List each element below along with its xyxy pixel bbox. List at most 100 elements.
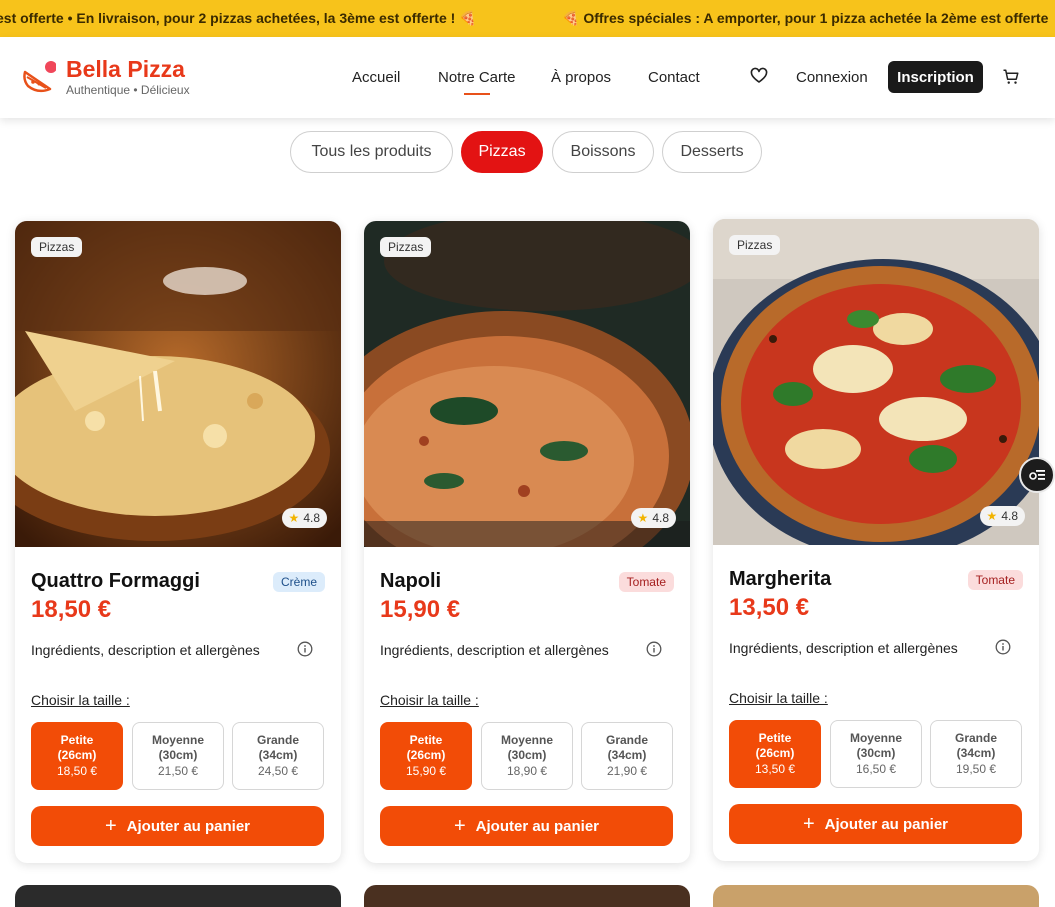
size-option-petite[interactable]: Petite (26cm) 13,50 €: [729, 720, 821, 788]
size-name: Grande: [605, 733, 648, 747]
info-icon[interactable]: [646, 641, 662, 657]
add-to-cart-label: Ajouter au panier: [824, 815, 949, 833]
product-card-peek[interactable]: [713, 885, 1039, 907]
size-price: 16,50 €: [855, 762, 897, 776]
size-price: 24,50 €: [257, 764, 299, 778]
product-card-peek[interactable]: [364, 885, 690, 907]
size-label: Choisir la taille :: [31, 692, 130, 708]
product-card-quattro-formaggi: Pizzas ★ 4.8 Quattro Formaggi Crème 18,5…: [15, 221, 341, 863]
brand-logo[interactable]: Bella Pizza Authentique • Délicieux: [22, 57, 190, 97]
size-name: Grande: [256, 733, 299, 747]
size-diameter: (30cm): [856, 746, 896, 760]
size-price: 18,90 €: [506, 764, 548, 778]
rating-badge: ★ 4.8: [281, 508, 327, 528]
rating-badge: ★ 4.8: [630, 508, 676, 528]
info-icon[interactable]: [995, 639, 1011, 655]
add-to-cart-button[interactable]: + Ajouter au panier: [380, 806, 673, 846]
star-icon: ★: [637, 511, 649, 525]
nav-accueil[interactable]: Accueil: [352, 69, 400, 86]
filter-tous-les-produits[interactable]: Tous les produits: [290, 131, 453, 173]
plus-icon: +: [104, 815, 117, 837]
size-option-petite[interactable]: Petite (26cm) 18,50 €: [31, 722, 123, 790]
size-diameter: (30cm): [507, 748, 547, 762]
size-name: Moyenne: [151, 733, 204, 747]
add-to-cart-button[interactable]: + Ajouter au panier: [31, 806, 324, 846]
promo-banner: est offerte • En livraison, pour 2 pizza…: [0, 0, 1055, 37]
product-card-peek[interactable]: [15, 885, 341, 907]
size-price: 21,50 €: [157, 764, 199, 778]
list-filter-icon: [1029, 470, 1045, 480]
size-label: Choisir la taille :: [380, 692, 479, 708]
product-image[interactable]: Pizzas ★ 4.8: [713, 219, 1039, 545]
star-icon: ★: [986, 509, 998, 523]
product-image[interactable]: Pizzas ★ 4.8: [15, 221, 341, 547]
category-badge: Pizzas: [729, 235, 781, 255]
filter-boissons[interactable]: Boissons: [552, 131, 654, 173]
type-badge: Crème: [272, 572, 325, 592]
nav-notre-carte[interactable]: Notre Carte: [438, 69, 516, 95]
heart-icon[interactable]: [750, 67, 768, 85]
size-diameter: (30cm): [158, 748, 198, 762]
category-badge: Pizzas: [380, 237, 432, 257]
add-to-cart-button[interactable]: + Ajouter au panier: [729, 804, 1022, 844]
rating-badge: ★ 4.8: [979, 506, 1025, 526]
size-diameter: (34cm): [607, 748, 647, 762]
product-card-napoli: Pizzas ★ 4.8 Napoli Tomate 15,90 € Ingré…: [364, 221, 690, 863]
description-link[interactable]: Ingrédients, description et allergènes: [31, 642, 260, 658]
size-option-moyenne[interactable]: Moyenne (30cm) 16,50 €: [830, 720, 922, 788]
size-diameter: (26cm): [57, 748, 97, 762]
size-name: Petite: [60, 733, 94, 747]
product-price: 15,90 €: [380, 596, 461, 623]
size-option-moyenne[interactable]: Moyenne (30cm) 21,50 €: [132, 722, 224, 790]
size-option-grande[interactable]: Grande (34cm) 19,50 €: [930, 720, 1022, 788]
cart-icon[interactable]: [1002, 68, 1020, 86]
nav-a-propos[interactable]: À propos: [551, 69, 611, 86]
size-diameter: (34cm): [956, 746, 996, 760]
size-price: 15,90 €: [405, 764, 447, 778]
floating-filter-button[interactable]: [1019, 457, 1055, 493]
signup-button[interactable]: Inscription: [888, 61, 983, 93]
size-option-grande[interactable]: Grande (34cm) 21,90 €: [581, 722, 673, 790]
brand-name: Bella Pizza: [66, 56, 185, 82]
rating-value: 4.8: [652, 511, 669, 525]
size-diameter: (26cm): [406, 748, 446, 762]
rating-value: 4.8: [1001, 509, 1018, 523]
description-link[interactable]: Ingrédients, description et allergènes: [380, 642, 609, 658]
category-badge: Pizzas: [31, 237, 83, 257]
star-icon: ★: [288, 511, 300, 525]
size-name: Grande: [954, 731, 997, 745]
pizza-slice-icon: [22, 60, 57, 94]
size-diameter: (26cm): [755, 746, 795, 760]
add-to-cart-label: Ajouter au panier: [126, 817, 251, 835]
size-name: Petite: [409, 733, 443, 747]
site-header: Bella Pizza Authentique • Délicieux Accu…: [0, 37, 1055, 118]
size-option-moyenne[interactable]: Moyenne (30cm) 18,90 €: [481, 722, 573, 790]
description-link[interactable]: Ingrédients, description et allergènes: [729, 640, 958, 656]
login-link[interactable]: Connexion: [796, 69, 868, 86]
size-name: Moyenne: [500, 733, 553, 747]
size-diameter: (34cm): [258, 748, 298, 762]
product-name: Margherita: [729, 568, 832, 590]
rating-value: 4.8: [303, 511, 320, 525]
size-price: 19,50 €: [955, 762, 997, 776]
size-name: Petite: [758, 731, 792, 745]
info-icon[interactable]: [297, 641, 313, 657]
size-option-petite[interactable]: Petite (26cm) 15,90 €: [380, 722, 472, 790]
product-name: Quattro Formaggi: [31, 570, 200, 592]
size-price: 18,50 €: [56, 764, 98, 778]
plus-icon: +: [453, 815, 466, 837]
product-price: 18,50 €: [31, 596, 112, 623]
filter-pizzas[interactable]: Pizzas: [461, 131, 543, 173]
plus-icon: +: [802, 813, 815, 835]
product-image[interactable]: Pizzas ★ 4.8: [364, 221, 690, 547]
size-price: 21,90 €: [606, 764, 648, 778]
size-option-grande[interactable]: Grande (34cm) 24,50 €: [232, 722, 324, 790]
product-name: Napoli: [380, 570, 442, 592]
promo-text-left: est offerte • En livraison, pour 2 pizza…: [0, 10, 477, 26]
brand-tagline: Authentique • Délicieux: [66, 83, 190, 97]
filter-desserts[interactable]: Desserts: [662, 131, 762, 173]
nav-contact[interactable]: Contact: [648, 69, 700, 86]
type-badge: Tomate: [967, 570, 1023, 590]
size-price: 13,50 €: [754, 762, 796, 776]
product-card-margherita: Pizzas ★ 4.8 Margherita Tomate 13,50 € I…: [713, 219, 1039, 861]
